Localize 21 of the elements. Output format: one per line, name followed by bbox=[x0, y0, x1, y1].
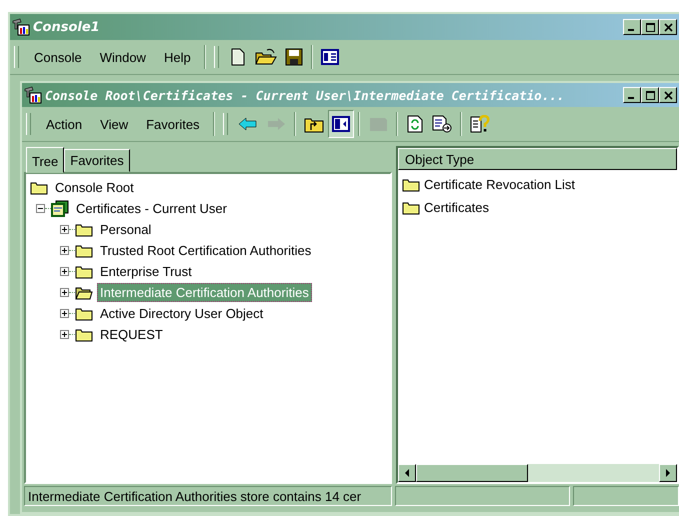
menu-item[interactable]: Window bbox=[90, 50, 155, 64]
window-title: Console1 bbox=[33, 20, 101, 34]
tree-item[interactable]: REQUEST bbox=[97, 325, 166, 344]
menu-item[interactable]: Help bbox=[154, 50, 200, 64]
tree-item[interactable]: Trusted Root Certification Authorities bbox=[97, 241, 314, 260]
column-header[interactable]: Object Type bbox=[398, 148, 677, 170]
menu-item[interactable]: View bbox=[91, 116, 138, 132]
tree-item[interactable]: Certificates - Current User bbox=[73, 199, 230, 218]
tree-item[interactable]: Active Directory User Object bbox=[97, 304, 266, 323]
list-item[interactable]: Certificates bbox=[424, 200, 490, 215]
tab[interactable]: Tree bbox=[26, 147, 64, 173]
list-item[interactable]: Certificate Revocation List bbox=[424, 177, 576, 192]
tree-item[interactable]: Personal bbox=[97, 220, 154, 239]
status-text: Intermediate Certification Authorities store contains 14 cer bbox=[24, 486, 392, 506]
menu-item[interactable]: Action bbox=[37, 116, 92, 132]
menu-item[interactable]: Console bbox=[25, 50, 91, 64]
window-title: Console Root\Certificates - Current User\Intermediate Certificatio... bbox=[45, 88, 566, 102]
tree-item[interactable]: Console Root bbox=[52, 178, 137, 197]
tree-item[interactable]: Enterprise Trust bbox=[97, 262, 195, 281]
menu-item[interactable]: Favorites bbox=[137, 116, 209, 132]
tab[interactable]: Favorites bbox=[64, 149, 130, 172]
